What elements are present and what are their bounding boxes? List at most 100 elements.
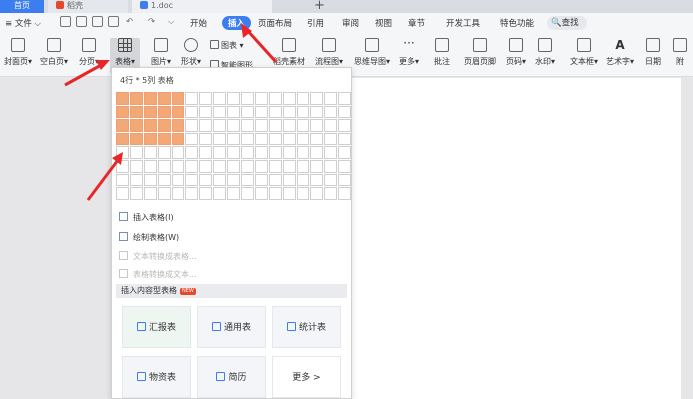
textbox-button[interactable]: 文本框▾	[568, 38, 600, 74]
grid-cell[interactable]	[268, 105, 282, 119]
grid-cell[interactable]	[157, 187, 171, 200]
grid-cell[interactable]	[254, 105, 268, 119]
grid-cell[interactable]	[213, 132, 227, 146]
draw-table-item[interactable]: 绘制表格(W)	[119, 232, 179, 243]
grid-cell[interactable]	[227, 159, 241, 173]
grid-cell[interactable]	[268, 146, 282, 159]
menu-start[interactable]: 开始	[190, 17, 207, 29]
grid-cell[interactable]	[310, 105, 324, 119]
grid-cell[interactable]	[338, 159, 352, 173]
grid-cell[interactable]	[241, 119, 254, 132]
menu-developer-tools[interactable]: 开发工具	[446, 17, 480, 29]
grid-cell[interactable]	[213, 105, 227, 119]
grid-cell[interactable]	[268, 173, 282, 187]
grid-cell[interactable]	[129, 146, 143, 159]
grid-cell[interactable]	[310, 187, 324, 200]
tab-home[interactable]: 首页	[0, 0, 44, 13]
grid-cell[interactable]	[324, 146, 338, 159]
grid-cell[interactable]	[282, 159, 296, 173]
grid-cell[interactable]	[324, 119, 338, 132]
grid-cell[interactable]	[199, 146, 213, 159]
grid-cell[interactable]	[199, 105, 213, 119]
grid-cell[interactable]	[116, 159, 129, 173]
grid-cell[interactable]	[129, 132, 143, 146]
page-break-button[interactable]: 分页▾	[75, 38, 103, 74]
grid-cell[interactable]	[116, 173, 129, 187]
grid-cell[interactable]	[282, 187, 296, 200]
grid-cell[interactable]	[171, 187, 185, 200]
grid-cell[interactable]	[254, 146, 268, 159]
grid-cell[interactable]	[171, 119, 185, 132]
grid-cell[interactable]	[199, 119, 213, 132]
grid-cell[interactable]	[116, 132, 129, 146]
grid-cell[interactable]	[310, 92, 324, 105]
cover-page-button[interactable]: 封面页▾	[3, 38, 33, 74]
grid-cell[interactable]	[116, 146, 129, 159]
grid-cell[interactable]	[324, 92, 338, 105]
grid-cell[interactable]	[199, 132, 213, 146]
grid-cell[interactable]	[213, 159, 227, 173]
new-tab-plus-icon[interactable]: +	[314, 0, 325, 13]
grid-cell[interactable]	[338, 105, 352, 119]
menu-page-layout[interactable]: 页面布局	[258, 17, 292, 29]
grid-cell[interactable]	[116, 187, 129, 200]
grid-cell[interactable]	[171, 146, 185, 159]
grid-cell[interactable]	[241, 132, 254, 146]
grid-cell[interactable]	[310, 146, 324, 159]
tab-document[interactable]: 1.doc	[132, 0, 272, 13]
grid-cell[interactable]	[185, 187, 199, 200]
grid-cell[interactable]	[282, 105, 296, 119]
grid-cell[interactable]	[324, 187, 338, 200]
document-page[interactable]	[351, 78, 681, 399]
print-icon[interactable]	[92, 16, 103, 27]
grid-cell[interactable]	[296, 105, 310, 119]
grid-cell[interactable]	[241, 146, 254, 159]
grid-cell[interactable]	[324, 132, 338, 146]
grid-cell[interactable]	[171, 105, 185, 119]
blank-page-button[interactable]: 空白页▾	[38, 38, 70, 74]
grid-cell[interactable]	[199, 173, 213, 187]
grid-cell[interactable]	[185, 132, 199, 146]
header-footer-button[interactable]: 页眉页脚	[462, 38, 498, 74]
grid-cell[interactable]	[282, 173, 296, 187]
customize-chevron-icon[interactable]: ⌵	[168, 17, 174, 27]
grid-cell[interactable]	[129, 119, 143, 132]
grid-cell[interactable]	[268, 187, 282, 200]
grid-cell[interactable]	[282, 92, 296, 105]
grid-cell[interactable]	[143, 159, 157, 173]
grid-cell[interactable]	[199, 159, 213, 173]
grid-cell[interactable]	[296, 146, 310, 159]
mindmap-button[interactable]: 思维导图▾	[350, 38, 394, 74]
tab-docer[interactable]: 稻壳	[48, 0, 128, 13]
grid-cell[interactable]	[213, 173, 227, 187]
grid-cell[interactable]	[254, 173, 268, 187]
grid-cell[interactable]	[241, 187, 254, 200]
grid-cell[interactable]	[213, 146, 227, 159]
statistics-table-card[interactable]: 统计表	[272, 306, 341, 348]
menu-insert[interactable]: 插入	[222, 16, 252, 30]
grid-cell[interactable]	[143, 146, 157, 159]
grid-cell[interactable]	[338, 119, 352, 132]
grid-cell[interactable]	[199, 187, 213, 200]
more-button[interactable]: ··· 更多▾	[396, 37, 422, 74]
grid-cell[interactable]	[268, 159, 282, 173]
grid-cell[interactable]	[157, 119, 171, 132]
grid-cell[interactable]	[338, 92, 352, 105]
grid-cell[interactable]	[129, 105, 143, 119]
grid-cell[interactable]	[254, 187, 268, 200]
watermark-button[interactable]: 水印▾	[532, 38, 558, 74]
preview-icon[interactable]	[108, 16, 119, 27]
grid-cell[interactable]	[254, 92, 268, 105]
grid-cell[interactable]	[143, 119, 157, 132]
grid-cell[interactable]	[324, 105, 338, 119]
grid-cell[interactable]	[241, 105, 254, 119]
grid-cell[interactable]	[185, 173, 199, 187]
grid-cell[interactable]	[143, 105, 157, 119]
search-box[interactable]: 🔍查找	[547, 16, 587, 30]
grid-cell[interactable]	[185, 105, 199, 119]
menu-references[interactable]: 引用	[307, 17, 324, 29]
export-icon[interactable]	[76, 16, 87, 27]
grid-cell[interactable]	[116, 92, 129, 105]
grid-cell[interactable]	[116, 105, 129, 119]
grid-cell[interactable]	[282, 132, 296, 146]
